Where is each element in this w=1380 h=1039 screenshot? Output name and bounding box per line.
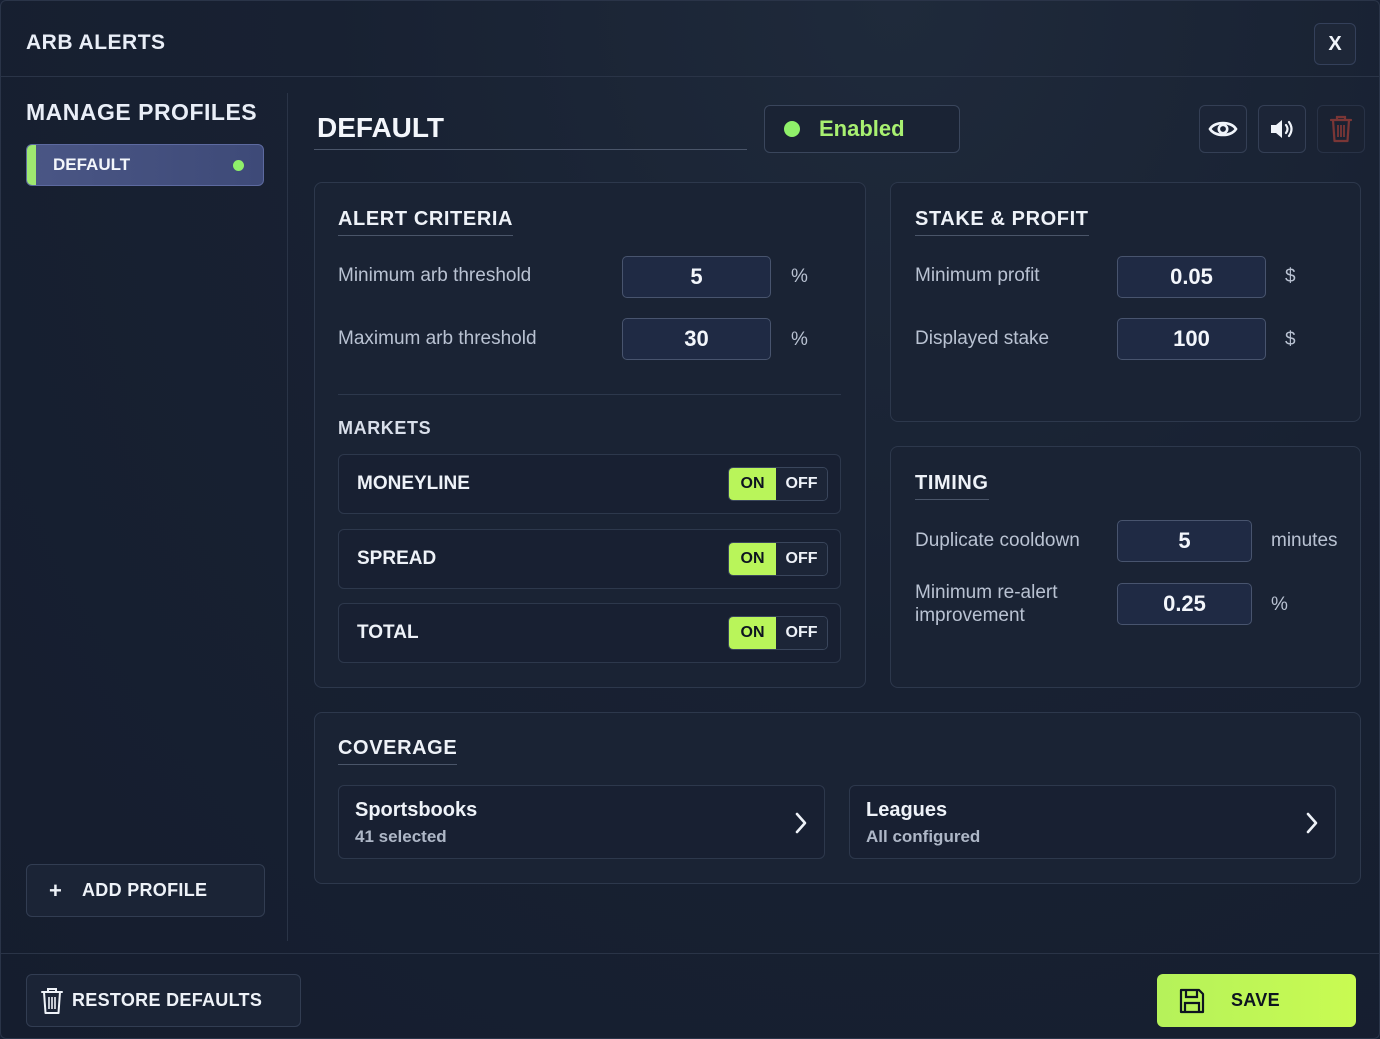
- save-button[interactable]: SAVE: [1157, 974, 1356, 1027]
- sportsbooks-link[interactable]: Sportsbooks 41 selected: [338, 785, 825, 859]
- enabled-toggle-button[interactable]: Enabled: [764, 105, 960, 153]
- displayed-stake-input[interactable]: [1117, 318, 1266, 360]
- dialog-title: ARB ALERTS: [26, 31, 166, 54]
- toggle-off-option[interactable]: OFF: [776, 543, 827, 575]
- arb-alerts-dialog: ARB ALERTS X MANAGE PROFILES DEFAULT + A…: [0, 0, 1380, 1039]
- realert-improvement-input[interactable]: [1117, 583, 1252, 625]
- restore-defaults-button[interactable]: RESTORE DEFAULTS: [26, 974, 301, 1027]
- displayed-stake-label: Displayed stake: [915, 328, 1050, 349]
- market-name: MONEYLINE: [357, 473, 470, 494]
- eye-icon: [1208, 121, 1238, 137]
- profile-active-indicator: [27, 145, 36, 185]
- toggle-on-option[interactable]: ON: [729, 617, 776, 649]
- duplicate-cooldown-label: Duplicate cooldown: [915, 530, 1080, 551]
- toggle-on-option[interactable]: ON: [729, 543, 776, 575]
- market-row-moneyline: MONEYLINE ON OFF: [338, 454, 841, 514]
- alert-criteria-title: ALERT CRITERIA: [338, 208, 514, 236]
- min-arb-threshold-input[interactable]: [622, 256, 771, 298]
- markets-title: MARKETS: [338, 418, 432, 438]
- sportsbooks-title: Sportsbooks: [355, 799, 478, 821]
- max-arb-threshold-unit: %: [791, 329, 808, 350]
- plus-icon: +: [49, 877, 62, 903]
- close-button[interactable]: X: [1314, 23, 1356, 65]
- market-row-spread: SPREAD ON OFF: [338, 529, 841, 589]
- restore-defaults-label: RESTORE DEFAULTS: [72, 990, 263, 1010]
- profile-item-default[interactable]: DEFAULT: [26, 144, 264, 186]
- trash-icon: [1329, 115, 1353, 143]
- max-arb-threshold-input[interactable]: [622, 318, 771, 360]
- duplicate-cooldown-unit: minutes: [1271, 530, 1338, 551]
- chevron-right-icon: [1306, 812, 1318, 834]
- sportsbooks-subtitle: 41 selected: [355, 827, 447, 846]
- save-label: SAVE: [1231, 990, 1280, 1010]
- header-divider: [1, 76, 1380, 77]
- market-name: TOTAL: [357, 622, 419, 643]
- preview-button[interactable]: [1199, 105, 1247, 153]
- add-profile-label: ADD PROFILE: [82, 880, 208, 900]
- coverage-title: COVERAGE: [338, 737, 458, 765]
- toggle-on-option[interactable]: ON: [729, 468, 776, 500]
- sidebar-title: MANAGE PROFILES: [26, 99, 258, 125]
- max-arb-threshold-label: Maximum arb threshold: [338, 328, 537, 349]
- min-arb-threshold-unit: %: [791, 266, 808, 287]
- sidebar-divider: [287, 93, 288, 941]
- profile-item-label: DEFAULT: [53, 155, 131, 174]
- add-profile-button[interactable]: + ADD PROFILE: [26, 864, 265, 917]
- footer-divider: [1, 953, 1380, 954]
- spread-toggle[interactable]: ON OFF: [728, 542, 828, 576]
- criteria-divider: [338, 394, 841, 395]
- sound-button[interactable]: [1258, 105, 1306, 153]
- min-profit-unit: $: [1285, 266, 1296, 287]
- timing-title: TIMING: [915, 472, 989, 500]
- profile-name-input[interactable]: [314, 106, 747, 150]
- duplicate-cooldown-input[interactable]: [1117, 520, 1252, 562]
- leagues-title: Leagues: [866, 799, 948, 821]
- toggle-off-option[interactable]: OFF: [776, 617, 827, 649]
- leagues-subtitle: All configured: [866, 827, 981, 846]
- speaker-icon: [1271, 120, 1293, 138]
- realert-improvement-unit: %: [1271, 594, 1288, 615]
- min-profit-input[interactable]: [1117, 256, 1266, 298]
- profile-enabled-dot: [233, 159, 244, 171]
- trash-icon: [39, 987, 65, 1015]
- market-row-total: TOTAL ON OFF: [338, 603, 841, 663]
- leagues-link[interactable]: Leagues All configured: [849, 785, 1336, 859]
- status-label: Enabled: [819, 116, 905, 141]
- floppy-disk-icon: [1177, 986, 1207, 1016]
- status-dot: [784, 121, 800, 137]
- min-arb-threshold-label: Minimum arb threshold: [338, 265, 532, 286]
- delete-profile-button[interactable]: [1317, 105, 1365, 153]
- realert-improvement-label: Minimum re-alert improvement: [915, 582, 1058, 626]
- toggle-off-option[interactable]: OFF: [776, 468, 827, 500]
- displayed-stake-unit: $: [1285, 329, 1296, 350]
- chevron-right-icon: [795, 812, 807, 834]
- market-name: SPREAD: [357, 548, 437, 569]
- stake-profit-title: STAKE & PROFIT: [915, 208, 1089, 236]
- total-toggle[interactable]: ON OFF: [728, 616, 828, 650]
- min-profit-label: Minimum profit: [915, 265, 1040, 286]
- moneyline-toggle[interactable]: ON OFF: [728, 467, 828, 501]
